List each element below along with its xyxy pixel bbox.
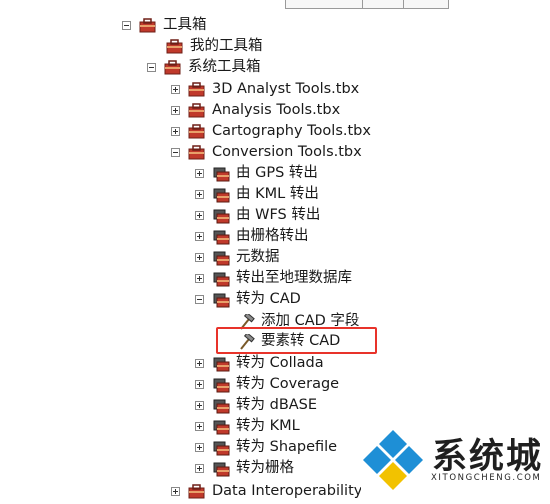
tree-label: Cartography Tools.tbx (212, 123, 371, 139)
toolset-icon (212, 356, 230, 372)
expand-toggle[interactable] (195, 401, 204, 410)
tree-label: Data Interoperability To (212, 483, 361, 499)
collapse-toggle[interactable] (122, 21, 131, 30)
collapse-toggle[interactable] (195, 295, 204, 304)
toolset-icon (212, 187, 230, 203)
tree-node-to-kml[interactable]: 转为 KML (195, 416, 300, 437)
collapse-toggle[interactable] (171, 148, 180, 157)
expand-toggle[interactable] (195, 274, 204, 283)
tree-label: 转为栅格 (236, 460, 294, 476)
toolset-icon (212, 271, 230, 287)
top-header-strip (285, 0, 449, 9)
tree-node-from-gps[interactable]: 由 GPS 转出 (195, 163, 318, 184)
tree-node-from-wfs[interactable]: 由 WFS 转出 (195, 205, 320, 226)
tree-node-to-cad[interactable]: 转为 CAD (195, 289, 301, 310)
tree-label: 转出至地理数据库 (236, 270, 352, 286)
expand-toggle[interactable] (195, 253, 204, 262)
expand-toggle[interactable] (195, 422, 204, 431)
tree-node-to-shapefile[interactable]: 转为 Shapefile (195, 437, 337, 458)
tree-node-from-raster[interactable]: 由栅格转出 (195, 226, 309, 247)
tree-label: 转为 CAD (236, 291, 301, 307)
expand-toggle[interactable] (195, 359, 204, 368)
tree-node-to-collada[interactable]: 转为 Collada (195, 353, 324, 374)
tree-node-metadata[interactable]: 元数据 (195, 247, 280, 268)
tree-label: 元数据 (236, 249, 280, 265)
tree-label: Conversion Tools.tbx (212, 144, 362, 160)
expand-toggle[interactable] (171, 487, 180, 496)
toolset-icon (212, 461, 230, 477)
tree-label: 工具箱 (163, 17, 207, 33)
toolbox-icon (188, 123, 206, 140)
expand-toggle[interactable] (195, 169, 204, 178)
toolbox-icon (188, 102, 206, 119)
tree-label: 由 GPS 转出 (236, 165, 318, 181)
tree-label: 3D Analyst Tools.tbx (212, 81, 360, 97)
tree-node-system-toolbox[interactable]: 系统工具箱 (147, 57, 261, 78)
tree-label: 由栅格转出 (236, 228, 309, 244)
watermark-url: XITONGCHENG.COM (431, 473, 542, 483)
expand-toggle[interactable] (195, 464, 204, 473)
expand-toggle[interactable] (171, 106, 180, 115)
tree-label: 由 WFS 转出 (236, 207, 321, 223)
tree-node-cartography[interactable]: Cartography Tools.tbx (171, 121, 371, 142)
tree-label: 转为 Coverage (236, 376, 340, 392)
expand-toggle[interactable] (195, 232, 204, 241)
tree-node-to-dbase[interactable]: 转为 dBASE (195, 395, 317, 416)
expand-toggle[interactable] (195, 211, 204, 220)
tree-node-my-toolbox[interactable]: 我的工具箱 (149, 36, 263, 57)
collapse-toggle[interactable] (147, 63, 156, 72)
tree-node-conversion[interactable]: Conversion Tools.tbx (171, 142, 362, 163)
highlight-box (216, 327, 377, 354)
expand-toggle[interactable] (171, 127, 180, 136)
toolset-icon (212, 419, 230, 435)
watermark-brand: 系统城 (432, 437, 544, 477)
toolbox-icon (188, 483, 206, 500)
toolbox-icon (166, 38, 184, 55)
expand-toggle[interactable] (195, 380, 204, 389)
tree-node-toolbox-root[interactable]: 工具箱 (122, 15, 207, 36)
toolset-icon (212, 208, 230, 224)
expand-toggle[interactable] (195, 443, 204, 452)
tree-label: 转为 Collada (236, 355, 324, 371)
toolset-icon (212, 250, 230, 266)
toolbox-icon (164, 59, 182, 76)
tree-node-to-geodatabase[interactable]: 转出至地理数据库 (195, 268, 352, 289)
toolbox-icon (188, 81, 206, 98)
toolset-icon (212, 398, 230, 414)
tree-label: 转为 KML (236, 418, 300, 434)
expand-toggle[interactable] (195, 190, 204, 199)
toolset-icon (212, 292, 230, 308)
tree-node-from-kml[interactable]: 由 KML 转出 (195, 184, 319, 205)
tree-node-analysis[interactable]: Analysis Tools.tbx (171, 100, 340, 121)
tree-node-data-interop[interactable]: Data Interoperability To (171, 481, 361, 502)
toolset-icon (212, 440, 230, 456)
tree-node-3d-analyst[interactable]: 3D Analyst Tools.tbx (171, 79, 359, 100)
tree-node-to-raster[interactable]: 转为栅格 (195, 458, 294, 479)
tree-label: 由 KML 转出 (236, 186, 319, 202)
tree-label: 转为 dBASE (236, 397, 318, 413)
toolbox-icon (188, 144, 206, 161)
tree-node-to-coverage[interactable]: 转为 Coverage (195, 374, 339, 395)
toolset-icon (212, 166, 230, 182)
toolbox-icon (139, 17, 157, 34)
tree-label: 转为 Shapefile (236, 439, 338, 455)
tree-label: 我的工具箱 (190, 38, 263, 54)
tree-label: 系统工具箱 (188, 59, 261, 75)
toolset-icon (212, 229, 230, 245)
tree-label: Analysis Tools.tbx (212, 102, 341, 118)
toolset-icon (212, 377, 230, 393)
expand-toggle[interactable] (171, 85, 180, 94)
